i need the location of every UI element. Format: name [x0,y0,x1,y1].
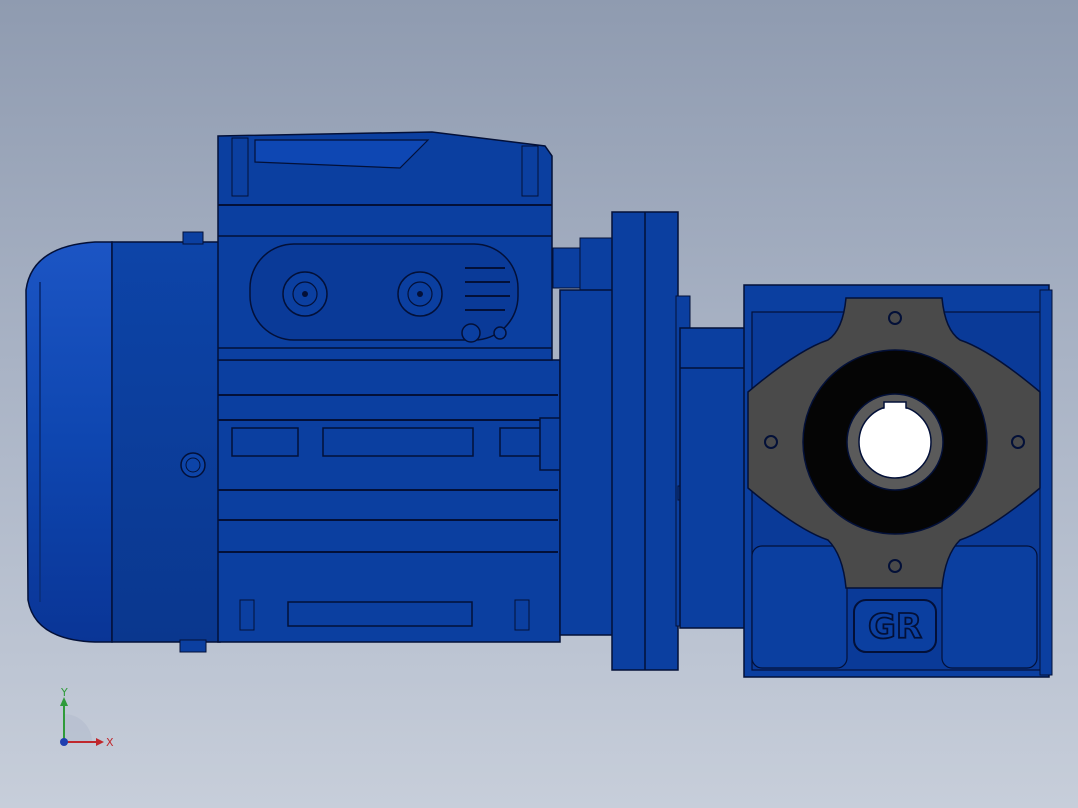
gearbox-logo-text: GR [868,607,922,647]
axis-triad: Y X [60,686,114,749]
3d-viewport[interactable]: GR Y X [0,0,1078,808]
motor-body [217,359,613,643]
input-adaptor [679,327,751,629]
gear-motor-model[interactable]: GR [0,0,1078,808]
motor-fan-cover [25,231,221,653]
gearbox-logo: GR [853,599,937,653]
terminal-box [217,131,616,361]
x-axis-label: X [106,736,114,749]
y-axis-label: Y [60,686,68,699]
side-bolt-icon [180,452,206,478]
z-axis-dot [60,738,68,746]
